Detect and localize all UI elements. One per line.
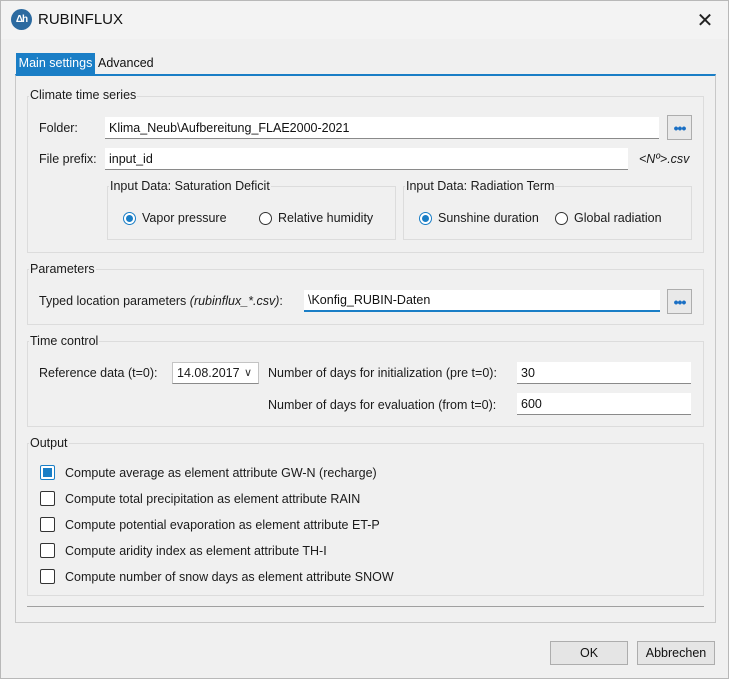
eval-days-label: Number of days for evaluation (from t=0)… <box>268 398 497 412</box>
global-radiation-radio[interactable]: Global radiation <box>555 211 662 225</box>
folder-label: Folder: <box>39 121 78 135</box>
typed-location-label: Typed location parameters (rubinflux_*.c… <box>39 294 283 308</box>
tab-main-settings[interactable]: Main settings <box>16 53 95 75</box>
parameters-title: Parameters <box>29 262 96 276</box>
more-dots-icon: ••• <box>673 119 687 136</box>
output-snow-label: Compute number of snow days as element a… <box>65 569 394 584</box>
saturation-deficit-title: Input Data: Saturation Deficit <box>109 179 271 193</box>
global-radiation-label: Global radiation <box>574 211 662 225</box>
cancel-button[interactable]: Abbrechen <box>637 641 715 665</box>
parameters-browse-button[interactable]: ••• <box>667 289 692 314</box>
checkbox-unchecked-indicator <box>40 569 55 584</box>
relative-humidity-radio[interactable]: Relative humidity <box>259 211 373 225</box>
radio-selected-indicator <box>419 211 432 225</box>
dialog-window: Δh RUBINFLUX ✕ Main settings Advanced Cl… <box>0 0 729 679</box>
file-suffix-label: <Nº>.csv <box>639 152 690 166</box>
typed-location-pattern: (rubinflux_*.csv) <box>189 294 280 308</box>
output-snow-checkbox[interactable]: Compute number of snow days as element a… <box>40 569 394 584</box>
output-etp-label: Compute potential evaporation as element… <box>65 517 380 532</box>
tab-advanced[interactable]: Advanced <box>96 53 156 75</box>
output-thi-checkbox[interactable]: Compute aridity index as element attribu… <box>40 543 327 558</box>
reference-date-value: 14.08.2017 <box>177 366 240 380</box>
init-days-input[interactable] <box>517 362 691 384</box>
output-etp-checkbox[interactable]: Compute potential evaporation as element… <box>40 517 380 532</box>
relative-humidity-label: Relative humidity <box>278 211 374 225</box>
close-button[interactable]: ✕ <box>682 1 728 39</box>
chevron-down-icon[interactable]: ∨ <box>241 365 255 381</box>
ok-button[interactable]: OK <box>550 641 628 665</box>
checkbox-unchecked-indicator <box>40 543 55 558</box>
sunshine-duration-label: Sunshine duration <box>438 211 539 225</box>
file-prefix-label: File prefix: <box>39 152 97 166</box>
title-bar: Δh RUBINFLUX ✕ <box>1 1 728 39</box>
output-rain-label: Compute total precipitation as element a… <box>65 491 361 506</box>
init-days-label: Number of days for initialization (pre t… <box>268 366 497 380</box>
checkbox-unchecked-indicator <box>40 517 55 532</box>
typed-location-text: Typed location parameters <box>39 294 190 308</box>
time-control-title: Time control <box>29 334 100 348</box>
checkbox-checked-indicator <box>40 465 55 480</box>
output-rain-checkbox[interactable]: Compute total precipitation as element a… <box>40 491 360 506</box>
eval-days-input[interactable] <box>517 393 691 415</box>
reference-date-label: Reference data (t=0): <box>39 366 158 380</box>
more-dots-icon: ••• <box>673 293 687 310</box>
output-gwn-label: Compute average as element attribute GW-… <box>65 465 377 480</box>
typed-location-input[interactable] <box>304 290 660 312</box>
radio-unselected-indicator <box>259 211 272 225</box>
folder-input[interactable] <box>105 117 659 139</box>
output-title: Output <box>29 436 69 450</box>
radio-selected-indicator <box>123 211 136 225</box>
folder-browse-button[interactable]: ••• <box>667 115 692 140</box>
vapor-pressure-label: Vapor pressure <box>142 211 227 225</box>
divider <box>27 606 704 607</box>
output-thi-label: Compute aridity index as element attribu… <box>65 543 327 558</box>
close-icon: ✕ <box>696 9 714 32</box>
sunshine-duration-radio[interactable]: Sunshine duration <box>419 211 539 225</box>
radio-unselected-indicator <box>555 211 568 225</box>
radiation-term-title: Input Data: Radiation Term <box>405 179 556 193</box>
climate-time-series-title: Climate time series <box>29 88 138 102</box>
reference-date-picker[interactable]: 14.08.2017 ∨ <box>172 362 259 384</box>
file-prefix-input[interactable] <box>105 148 628 170</box>
vapor-pressure-radio[interactable]: Vapor pressure <box>123 211 227 225</box>
output-gwn-checkbox[interactable]: Compute average as element attribute GW-… <box>40 465 377 480</box>
window-title: RUBINFLUX <box>38 11 124 28</box>
checkbox-unchecked-indicator <box>40 491 55 506</box>
typed-location-colon: : <box>279 294 283 308</box>
app-logo-icon: Δh <box>11 9 32 30</box>
